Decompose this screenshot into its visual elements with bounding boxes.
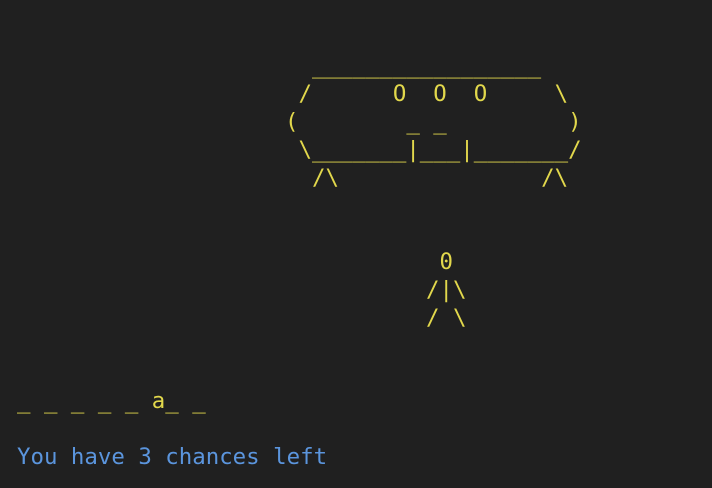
stick-figure-line-2: /|\	[426, 277, 467, 303]
ufo-ascii-art: _________________ / O O O \( _ _ ) \____…	[285, 52, 582, 192]
ufo-line-5: /\ /\	[285, 165, 569, 191]
ufo-line-1: _________________	[285, 53, 569, 79]
chances-left-message: You have 3 chances left	[17, 444, 328, 470]
ufo-line-2: / O O O \	[285, 81, 569, 107]
terminal-screen: _________________ / O O O \( _ _ ) \____…	[0, 0, 712, 488]
ufo-line-3: ( _ _ )	[285, 109, 582, 135]
ufo-line-4: \_______|___|_______/	[285, 137, 582, 163]
stick-figure-line-3: / \	[426, 305, 467, 331]
stick-figure-line-1: 0	[426, 249, 453, 275]
word-progress: _ _ _ _ _ a_ _	[17, 388, 206, 414]
stick-figure-ascii-art: 0/|\ / \	[426, 248, 466, 332]
